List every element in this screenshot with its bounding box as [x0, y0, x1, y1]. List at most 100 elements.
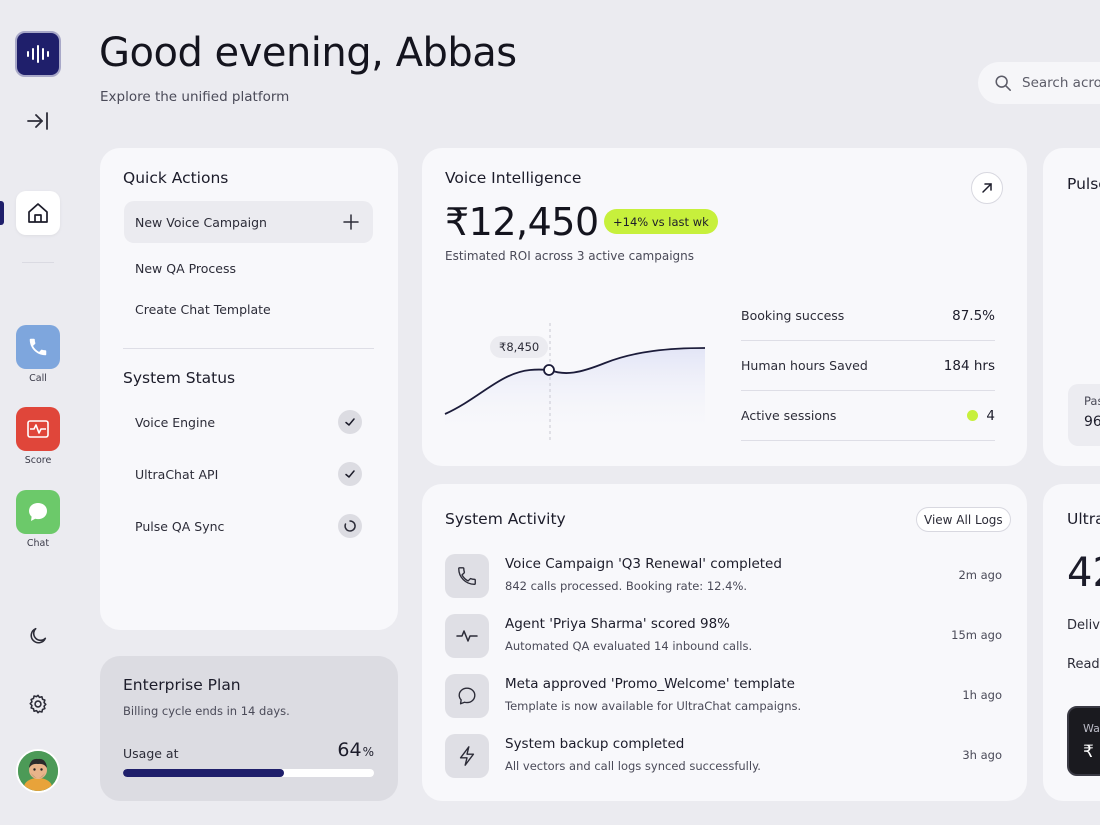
- metric-booking-success: Booking success 87.5%: [741, 291, 995, 341]
- app-logo[interactable]: [15, 31, 61, 77]
- metric-human-hours-saved: Human hours Saved 184 hrs: [741, 341, 995, 391]
- soundwave-icon: [27, 45, 49, 63]
- activity-icon-tile: [445, 554, 489, 598]
- enterprise-plan-title: Enterprise Plan: [123, 676, 241, 694]
- create-chat-template-button[interactable]: Create Chat Template: [124, 288, 373, 330]
- roi-description: Estimated ROI across 3 active campaigns: [445, 249, 695, 263]
- quick-actions-title: Quick Actions: [123, 169, 229, 187]
- billing-cycle-text: Billing cycle ends in 14 days.: [123, 704, 290, 718]
- activity-timestamp: 3h ago: [962, 748, 1002, 762]
- expand-sidebar-button[interactable]: [24, 107, 52, 135]
- section-divider: [123, 348, 374, 349]
- quick-action-label: Create Chat Template: [135, 301, 271, 317]
- status-ok-badge: [338, 462, 362, 486]
- open-voice-intelligence-button[interactable]: [971, 172, 1003, 204]
- metric-value: 4: [986, 407, 995, 424]
- roi-amount: ₹12,450: [445, 200, 599, 244]
- metric-label: Active sessions: [741, 408, 837, 423]
- spinner-icon: [344, 520, 356, 532]
- status-row-voice-engine: Voice Engine: [135, 409, 362, 435]
- search-input[interactable]: [1022, 75, 1100, 91]
- voice-intelligence-card: Voice Intelligence ₹12,450 +14% vs last …: [422, 148, 1027, 466]
- gear-icon: [29, 694, 47, 714]
- phone-icon: [29, 338, 47, 356]
- activity-timestamp: 2m ago: [958, 568, 1002, 582]
- new-qa-process-button[interactable]: New QA Process: [124, 247, 373, 289]
- activity-item[interactable]: Agent 'Priya Sharma' scored 98% Automate…: [445, 614, 1002, 660]
- ultrachat-read-label: Read: [1067, 657, 1100, 672]
- ultrachat-card-title: Ultra: [1067, 510, 1100, 528]
- roi-trend-chart: [444, 323, 706, 443]
- score-app-tile[interactable]: [16, 407, 60, 451]
- activity-title: Voice Campaign 'Q3 Renewal' completed: [505, 556, 782, 572]
- quick-action-label: New QA Process: [135, 260, 237, 276]
- status-label: UltraChat API: [135, 466, 219, 482]
- nav-app-chat[interactable]: Chat: [16, 490, 60, 549]
- voice-intelligence-title: Voice Intelligence: [445, 169, 582, 187]
- nav-home-button[interactable]: [16, 191, 60, 235]
- ultrachat-count: 42: [1067, 550, 1100, 596]
- search-bar[interactable]: [978, 62, 1100, 104]
- nav-app-score[interactable]: Score: [16, 407, 60, 466]
- metric-value-wrap: 4: [967, 408, 995, 424]
- call-app-tile[interactable]: [16, 325, 60, 369]
- activity-description: 842 calls processed. Booking rate: 12.4%…: [505, 579, 748, 593]
- activity-icon-tile: [445, 614, 489, 658]
- usage-percentage: 64%: [337, 739, 374, 761]
- score-app-label: Score: [24, 455, 52, 466]
- new-voice-campaign-button[interactable]: New Voice Campaign: [124, 201, 373, 243]
- metric-label: Human hours Saved: [741, 358, 868, 373]
- activity-item[interactable]: System backup completed All vectors and …: [445, 734, 1002, 780]
- check-icon: [345, 470, 355, 478]
- system-activity-card: System Activity View All Logs Voice Camp…: [422, 484, 1027, 801]
- metric-label: Booking success: [741, 308, 845, 323]
- wallet-label: Wa: [1083, 722, 1100, 735]
- usage-value: 64: [337, 739, 362, 761]
- quick-action-label: New Voice Campaign: [135, 214, 267, 230]
- usage-unit: %: [362, 745, 374, 759]
- ultrachat-card: Ultra 42 Deliv Read Wa ₹: [1043, 484, 1100, 801]
- page-title: Good evening, Abbas: [99, 30, 517, 76]
- wallet-value: ₹: [1083, 742, 1094, 762]
- dark-mode-toggle[interactable]: [24, 622, 52, 650]
- settings-button[interactable]: [24, 690, 52, 718]
- usage-progress-bar: [123, 769, 374, 777]
- pulse-stat-value: 96: [1084, 414, 1100, 430]
- activity-timestamp: 15m ago: [951, 628, 1002, 642]
- activity-item[interactable]: Voice Campaign 'Q3 Renewal' completed 84…: [445, 554, 1002, 600]
- nav-app-call[interactable]: Call: [16, 325, 60, 384]
- activity-timestamp: 1h ago: [962, 688, 1002, 702]
- status-row-pulse-qa-sync: Pulse QA Sync: [135, 513, 362, 539]
- chart-highlight-point: [543, 364, 555, 376]
- status-label: Pulse QA Sync: [135, 518, 225, 534]
- view-all-logs-button[interactable]: View All Logs: [916, 507, 1011, 532]
- activity-item[interactable]: Meta approved 'Promo_Welcome' template T…: [445, 674, 1002, 720]
- activity-icon-tile: [445, 674, 489, 718]
- status-row-ultrachat-api: UltraChat API: [135, 461, 362, 487]
- sidebar: Call Score Chat: [0, 0, 76, 825]
- search-icon: [995, 75, 1011, 91]
- avatar-illustration-icon: [18, 751, 58, 791]
- activity-title: Agent 'Priya Sharma' scored 98%: [505, 616, 730, 632]
- plus-icon: [343, 214, 359, 230]
- system-activity-title: System Activity: [445, 510, 566, 528]
- system-status-title: System Status: [123, 369, 236, 387]
- activity-icon-tile: [445, 734, 489, 778]
- user-avatar[interactable]: [16, 749, 60, 793]
- chat-bubble-icon: [458, 687, 476, 705]
- status-ok-badge: [338, 410, 362, 434]
- status-syncing-badge: [338, 514, 362, 538]
- enterprise-plan-card[interactable]: Enterprise Plan Billing cycle ends in 14…: [100, 656, 398, 801]
- chat-app-tile[interactable]: [16, 490, 60, 534]
- usage-progress-fill: [123, 769, 284, 777]
- pulse-icon: [456, 630, 478, 642]
- activity-description: Template is now available for UltraChat …: [505, 699, 802, 713]
- active-nav-indicator: [0, 201, 4, 225]
- sidebar-divider: [22, 262, 54, 263]
- activity-description: Automated QA evaluated 14 inbound calls.: [505, 639, 753, 653]
- quick-actions-card: Quick Actions New Voice Campaign New QA …: [100, 148, 398, 630]
- activity-title: System backup completed: [505, 736, 685, 752]
- pulse-stat-label: Pas: [1084, 394, 1100, 408]
- ultrachat-wallet-box[interactable]: Wa ₹: [1067, 706, 1100, 776]
- check-icon: [345, 418, 355, 426]
